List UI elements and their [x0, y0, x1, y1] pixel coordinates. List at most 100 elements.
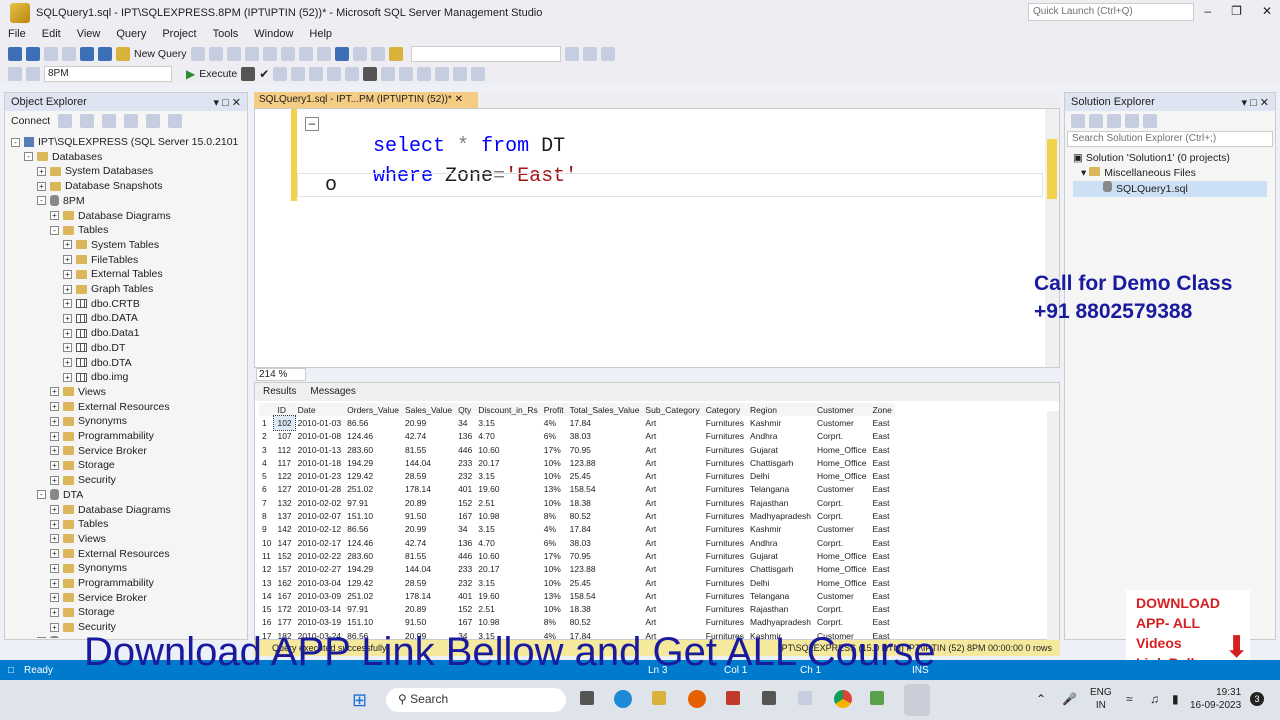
grid-cell[interactable]: 8%: [541, 509, 567, 522]
row-number[interactable]: 6: [259, 483, 274, 496]
tree-node[interactable]: + FileTables: [63, 253, 138, 267]
se-search-input[interactable]: Search Solution Explorer (Ctrl+;): [1067, 131, 1273, 147]
grid-cell[interactable]: Art: [642, 616, 702, 629]
grid-cell[interactable]: 17.84: [567, 416, 643, 429]
grid-cell[interactable]: Art: [642, 536, 702, 549]
grid-cell[interactable]: 97.91: [344, 602, 402, 615]
execute-icon[interactable]: ▶: [186, 67, 195, 81]
grid-cell[interactable]: 18.38: [567, 602, 643, 615]
results-scrollbar[interactable]: [1047, 411, 1059, 641]
grid-cell[interactable]: 10.60: [475, 443, 541, 456]
grid-cell[interactable]: Andhra: [747, 430, 814, 443]
grid-cell[interactable]: 446: [455, 549, 475, 562]
expand-icon[interactable]: +: [50, 416, 59, 426]
grid-cell[interactable]: 81.55: [402, 549, 455, 562]
grid-cell[interactable]: Furnitures: [703, 509, 747, 522]
forward-icon[interactable]: [26, 47, 40, 61]
grid-cell[interactable]: 129.42: [344, 469, 402, 482]
tree-node[interactable]: + Database Diagrams: [50, 209, 171, 223]
column-header[interactable]: ID: [274, 403, 295, 417]
grid-cell[interactable]: East: [869, 443, 894, 456]
grid-cell[interactable]: East: [869, 483, 894, 496]
grid-cell[interactable]: 2010-03-09: [295, 589, 344, 602]
grid-cell[interactable]: 42.74: [402, 536, 455, 549]
tree-node[interactable]: + dbo.DATA: [63, 311, 138, 325]
grid-cell[interactable]: East: [869, 509, 894, 522]
grid-cell[interactable]: 2010-03-19: [295, 616, 344, 629]
column-header[interactable]: Sales_Value: [401, 403, 456, 417]
cut-icon[interactable]: [280, 47, 295, 61]
grid-cell[interactable]: 13%: [541, 589, 567, 602]
tree-node[interactable]: - 8PM: [37, 194, 85, 208]
grid-cell[interactable]: Corprt.: [814, 509, 869, 522]
table-row[interactable]: 14 167 2010-03-09 251.02 178.14 401 19.60 13% 15…: [259, 589, 895, 602]
table-row[interactable]: 6 127 2010-01-28 251.02 178.14 401 19.60 13% 158…: [259, 483, 895, 496]
mic-icon[interactable]: 🎤: [1062, 692, 1077, 706]
column-header[interactable]: Category: [702, 403, 748, 417]
menu-window[interactable]: Window: [246, 26, 301, 44]
grid-cell[interactable]: 2010-02-27: [295, 563, 344, 576]
row-number[interactable]: 3: [259, 443, 274, 456]
grid-cell[interactable]: 129.42: [344, 576, 402, 589]
grid-cell[interactable]: 162: [274, 576, 294, 589]
edge-icon[interactable]: [614, 690, 632, 708]
grid-cell[interactable]: Art: [642, 509, 702, 522]
row-number[interactable]: 2: [259, 430, 274, 443]
grid-cell[interactable]: 2010-03-14: [295, 602, 344, 615]
grid-cell[interactable]: 28.59: [402, 576, 455, 589]
grid-cell[interactable]: 136: [455, 430, 475, 443]
column-header[interactable]: Zone: [869, 403, 895, 417]
grid-cell[interactable]: Furnitures: [703, 456, 747, 469]
menu-edit[interactable]: Edit: [34, 26, 69, 44]
grid-cell[interactable]: East: [869, 576, 894, 589]
grid-cell[interactable]: 2010-02-12: [295, 523, 344, 536]
row-number[interactable]: 10: [259, 536, 274, 549]
row-number[interactable]: 11: [259, 549, 274, 562]
grid-cell[interactable]: 2.51: [475, 602, 541, 615]
grid-cell[interactable]: Kashmir: [747, 416, 814, 429]
grid-cell[interactable]: East: [869, 616, 894, 629]
grid-cell[interactable]: East: [869, 563, 894, 576]
grid-cell[interactable]: 81.55: [402, 443, 455, 456]
grid-cell[interactable]: Art: [642, 589, 702, 602]
column-header[interactable]: Orders_Value: [344, 403, 402, 417]
grid-cell[interactable]: 4%: [541, 523, 567, 536]
grid-cell[interactable]: Art: [642, 456, 702, 469]
grid-cell[interactable]: 3.15: [475, 523, 541, 536]
expand-icon[interactable]: +: [63, 240, 72, 250]
uncomment-icon[interactable]: [417, 67, 432, 81]
tree-node[interactable]: - DTA: [37, 488, 83, 502]
column-header[interactable]: Qty: [455, 403, 476, 417]
redo-icon[interactable]: [352, 47, 367, 61]
grid-cell[interactable]: Furnitures: [703, 469, 747, 482]
se-misc-node[interactable]: ▾ Miscellaneous Files: [1073, 166, 1267, 181]
grid-cell[interactable]: 91.50: [402, 509, 455, 522]
grid-cell[interactable]: 194.29: [344, 563, 402, 576]
task-view-icon[interactable]: [580, 691, 594, 705]
expand-icon[interactable]: +: [50, 446, 59, 456]
query-editor[interactable]: – select * from DT where Zone='East' o: [254, 108, 1060, 368]
table-row[interactable]: 2 107 2010-01-08 124.46 42.74 136 4.70 6% 38.03 A…: [259, 430, 895, 443]
grid-cell[interactable]: 2010-01-03: [295, 416, 344, 429]
mdx-query-icon[interactable]: [208, 47, 223, 61]
grid-cell[interactable]: 2010-01-08: [295, 430, 344, 443]
grid-cell[interactable]: Customer: [814, 416, 869, 429]
table-row[interactable]: 5 122 2010-01-23 129.42 28.59 232 3.15 10% 25.45…: [259, 469, 895, 482]
results-grid[interactable]: ID Date Orders_Value Sales_Value Qty Discount…: [259, 403, 895, 642]
grid-cell[interactable]: 17%: [541, 549, 567, 562]
table-row[interactable]: 8 137 2010-02-07 151.10 91.50 167 10.98 8% 80.52…: [259, 509, 895, 522]
grid-cell[interactable]: 142: [274, 523, 294, 536]
comment-icon[interactable]: [399, 67, 414, 81]
row-number[interactable]: 14: [259, 589, 274, 602]
firefox-icon[interactable]: [688, 690, 706, 708]
grid-cell[interactable]: 70.95: [567, 549, 643, 562]
grid-cell[interactable]: 167: [455, 509, 475, 522]
tree-node[interactable]: + Synonyms: [50, 414, 127, 428]
grid-cell[interactable]: Telangana: [747, 483, 814, 496]
grid-cell[interactable]: 123.88: [567, 563, 643, 576]
properties-icon[interactable]: [564, 47, 579, 61]
database-dropdown[interactable]: 8PM: [44, 66, 172, 82]
grid-cell[interactable]: Delhi: [747, 576, 814, 589]
expand-icon[interactable]: +: [37, 181, 46, 191]
se-solution-node[interactable]: ▣ Solution 'Solution1' (0 projects): [1073, 151, 1267, 166]
